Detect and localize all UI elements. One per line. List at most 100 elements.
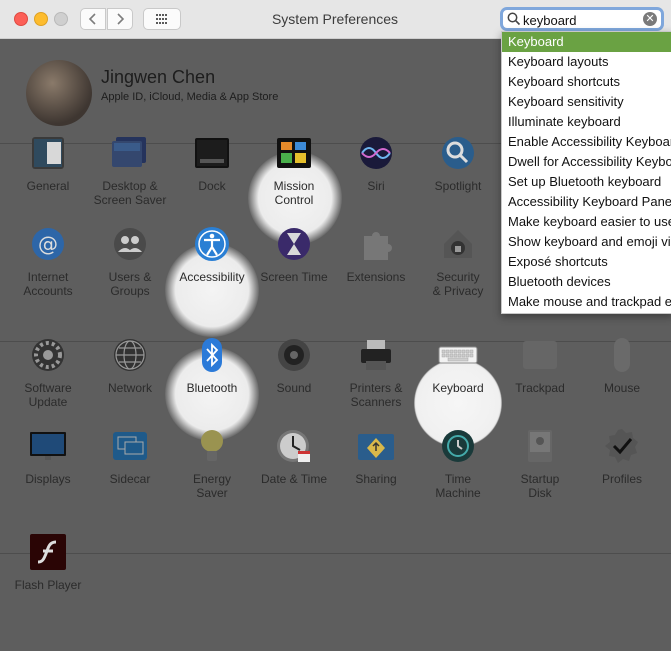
pane-datetime[interactable]: Date & Time [253, 426, 335, 486]
pane-label: Extensions [346, 270, 406, 284]
pane-label: General [26, 179, 70, 193]
suggestion-item[interactable]: Exposé shortcuts [502, 252, 671, 272]
pane-label: Dock [198, 179, 226, 193]
pane-label: Internet Accounts [23, 270, 73, 298]
pane-siri[interactable]: Siri [335, 133, 417, 193]
suggestion-item[interactable]: Keyboard [502, 32, 671, 52]
search-suggestions: Keyboard Keyboard layouts Keyboard shortcu… [501, 31, 671, 314]
pane-keyboard[interactable]: Keyboard [417, 335, 499, 395]
pane-general[interactable]: General [7, 133, 89, 193]
pane-spotlight[interactable]: Spotlight [417, 133, 499, 193]
search-icon [507, 12, 521, 26]
user-subtitle: Apple ID, iCloud, Media & App Store [101, 91, 279, 103]
bulb-icon [192, 426, 232, 466]
gear-icon [28, 335, 68, 375]
minimize-button[interactable] [34, 12, 48, 26]
display-icon [28, 426, 68, 466]
back-button[interactable] [80, 8, 106, 30]
pane-extensions[interactable]: Extensions [335, 224, 417, 284]
user-name[interactable]: Jingwen Chen [101, 67, 215, 88]
disk-icon [520, 426, 560, 466]
pane-desktop[interactable]: Desktop & Screen Saver [89, 133, 171, 207]
forward-button[interactable] [107, 8, 133, 30]
svg-text:@: @ [38, 232, 58, 256]
suggestion-item[interactable]: Accessibility Keyboard Panel [502, 192, 671, 212]
pane-network[interactable]: Network [89, 335, 171, 395]
pane-label: Mission Control [273, 179, 315, 207]
search-field[interactable]: ✕ [500, 7, 664, 31]
suggestion-item[interactable]: Enable Accessibility Keyboard [502, 132, 671, 152]
pane-security[interactable]: Security & Privacy [417, 224, 499, 298]
clear-icon[interactable]: ✕ [643, 12, 657, 26]
pane-bluetooth[interactable]: Bluetooth [171, 335, 253, 395]
pane-flash[interactable]: Flash Player [7, 532, 89, 592]
pane-label: Trackpad [515, 381, 565, 395]
zoom-button[interactable] [54, 12, 68, 26]
spotlight-icon [438, 133, 478, 173]
suggestion-item[interactable]: Set up Bluetooth keyboard [502, 172, 671, 192]
window-title: System Preferences [271, 11, 399, 27]
house-lock-icon [438, 224, 478, 264]
clock-icon [274, 426, 314, 466]
at-icon: @ [28, 224, 68, 264]
pane-label: Screen Time [260, 270, 328, 284]
pane-displays[interactable]: Displays [7, 426, 89, 486]
users-icon [110, 224, 150, 264]
suggestion-item[interactable]: Show keyboard and emoji viewer [502, 232, 671, 252]
globe-icon [110, 335, 150, 375]
pane-timemachine[interactable]: Time Machine [417, 426, 499, 500]
accessibility-icon [192, 224, 232, 264]
suggestion-item[interactable]: Bluetooth devices [502, 272, 671, 292]
pane-label: Date & Time [260, 472, 328, 486]
checkmark-badge-icon [602, 426, 642, 466]
suggestion-item[interactable]: Keyboard shortcuts [502, 72, 671, 92]
pane-accessibility[interactable]: Accessibility [171, 224, 253, 284]
pane-software[interactable]: Software Update [7, 335, 89, 409]
pane-energy[interactable]: Energy Saver [171, 426, 253, 500]
chevron-right-icon [117, 13, 125, 25]
siri-icon [356, 133, 396, 173]
keyboard-icon [438, 335, 478, 375]
pane-internet[interactable]: @ Internet Accounts [7, 224, 89, 298]
pane-startup[interactable]: Startup Disk [499, 426, 581, 500]
pane-label: Network [107, 381, 152, 395]
bluetooth-icon [192, 335, 232, 375]
pane-label: Siri [367, 179, 385, 193]
suggestion-item[interactable]: Dwell for Accessibility Keyboard [502, 152, 671, 172]
pane-mouse[interactable]: Mouse [581, 335, 663, 395]
pane-dock[interactable]: Dock [171, 133, 253, 193]
pane-profiles[interactable]: Profiles [581, 426, 663, 486]
suggestion-item[interactable]: Make mouse and trackpad easier [502, 292, 671, 312]
suggestion-item[interactable]: Keyboard layouts [502, 52, 671, 72]
close-button[interactable] [14, 12, 28, 26]
pane-users[interactable]: Users & Groups [89, 224, 171, 298]
pane-label: Sharing [355, 472, 397, 486]
mission-control-icon [274, 133, 314, 173]
pane-label: Bluetooth [186, 381, 238, 395]
pane-sharing[interactable]: Sharing [335, 426, 417, 486]
sharing-icon [356, 426, 396, 466]
suggestion-item[interactable]: Make keyboard easier to use [502, 212, 671, 232]
desktop-icon [110, 133, 150, 173]
pane-sound[interactable]: Sound [253, 335, 335, 395]
chevron-left-icon [88, 13, 96, 25]
pane-trackpad[interactable]: Trackpad [499, 335, 581, 395]
suggestion-item[interactable]: Illuminate keyboard [502, 112, 671, 132]
pane-label: Sound [276, 381, 312, 395]
suggestion-item[interactable]: Keyboard sensitivity [502, 92, 671, 112]
show-all-button[interactable] [143, 8, 181, 30]
pane-label: Energy Saver [192, 472, 232, 500]
pane-label: Desktop & Screen Saver [93, 179, 167, 207]
search-input[interactable] [523, 11, 641, 29]
flash-icon [28, 532, 68, 572]
speaker-icon [274, 335, 314, 375]
pane-label: Mouse [603, 381, 641, 395]
pane-mission[interactable]: Mission Control [253, 133, 335, 207]
avatar[interactable] [26, 60, 92, 126]
general-icon [28, 133, 68, 173]
pane-sidecar[interactable]: Sidecar [89, 426, 171, 486]
pane-label: Startup Disk [520, 472, 560, 500]
hourglass-icon [274, 224, 314, 264]
pane-printers[interactable]: Printers & Scanners [335, 335, 417, 409]
pane-screentime[interactable]: Screen Time [253, 224, 335, 284]
